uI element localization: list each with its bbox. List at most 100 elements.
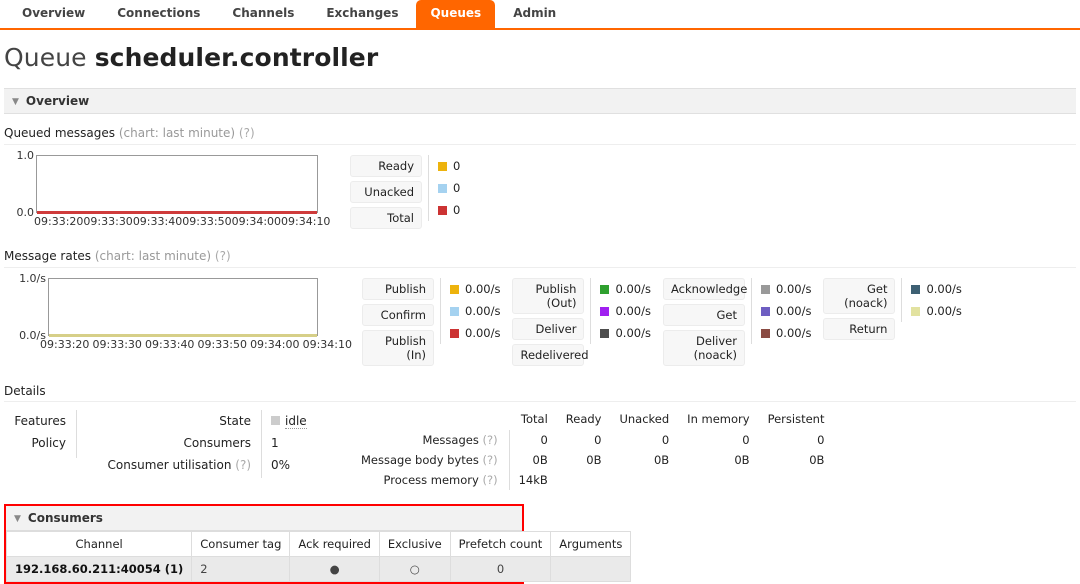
nav-tab-overview[interactable]: Overview	[8, 0, 99, 28]
legend-number-get-noack: 0.00/s	[926, 282, 962, 296]
table-row: Messages (?) 0 0 0 0 0	[352, 430, 833, 450]
page-title-prefix: Queue	[4, 43, 87, 72]
nav-tab-admin[interactable]: Admin	[499, 0, 570, 28]
queued-chart-y-max: 1.0	[16, 149, 35, 162]
color-swatch-publish-in	[450, 328, 459, 338]
message-rates-label: Message rates (chart: last minute) (?)	[4, 249, 1080, 263]
rates-chart-y-axis: 1.0/s 0.0/s	[4, 272, 46, 342]
details-value-state: idle	[262, 410, 322, 432]
color-swatch-get-noack	[911, 284, 921, 294]
rates-legend-labels-4: Get (noack) Return	[823, 278, 896, 344]
legend-label-return[interactable]: Return	[823, 318, 896, 340]
overview-section-header[interactable]: ▼ Overview	[4, 88, 1076, 114]
consumers-col-exclusive[interactable]: Exclusive	[378, 531, 451, 557]
legend-label-publish-out[interactable]: Publish (Out)	[512, 278, 585, 314]
stats-cell: 0	[742, 433, 750, 447]
legend-value-deliver: 0.00/s	[600, 300, 651, 322]
rates-legend-group-get: Get (noack) Return 0.00/s 0.00/s	[823, 278, 962, 344]
queued-messages-help-icon[interactable]: (?)	[239, 126, 255, 140]
rates-legend-group-ack: Acknowledge Get Deliver (noack) 0.00/s 0…	[662, 278, 812, 370]
legend-number-publish-in: 0.00/s	[465, 326, 501, 340]
message-rates-help-icon[interactable]: (?)	[215, 249, 231, 263]
stats-row-process-memory-label: Process memory	[383, 473, 479, 487]
legend-value-total: 0	[438, 199, 460, 221]
legend-label-acknowledge[interactable]: Acknowledge	[662, 278, 747, 300]
stats-cell	[610, 470, 678, 490]
legend-number-redelivered: 0.00/s	[615, 326, 651, 340]
details-key-consumers: Consumers	[183, 436, 251, 450]
consumer-utilisation-help-icon[interactable]: (?)	[235, 458, 251, 472]
legend-number-get: 0.00/s	[775, 304, 812, 318]
consumers-col-ack-required[interactable]: Ack required	[289, 531, 380, 557]
legend-label-unacked[interactable]: Unacked	[350, 181, 422, 203]
legend-number-acknowledge: 0.00/s	[775, 282, 812, 296]
stats-row-body-bytes-key: Message body bytes (?)	[352, 450, 510, 470]
nav-tab-connections[interactable]: Connections	[103, 0, 214, 28]
consumers-col-channel[interactable]: Channel	[5, 531, 193, 557]
rates-chart-y-min: 0.0/s	[19, 329, 46, 342]
legend-number-publish-out: 0.00/s	[615, 282, 651, 296]
queued-messages-label: Queued messages (chart: last minute) (?)	[4, 126, 1080, 140]
legend-label-confirm[interactable]: Confirm	[362, 304, 434, 326]
nav-tab-queues[interactable]: Queues	[416, 0, 496, 28]
legend-number-unacked: 0	[453, 181, 461, 195]
stats-cell: 0B	[734, 453, 750, 467]
rates-legend-values-4: 0.00/s 0.00/s	[901, 278, 962, 322]
rates-chart-plot-area	[48, 278, 318, 337]
stats-cell: 0	[661, 433, 670, 447]
legend-label-ready[interactable]: Ready	[350, 155, 422, 177]
queued-chart-y-axis: 1.0 0.0	[4, 149, 35, 219]
legend-label-deliver-noack[interactable]: Deliver (noack)	[662, 330, 745, 366]
queued-messages-legend: Ready Unacked Total 0 0 0	[350, 155, 460, 233]
details-value-state-text: idle	[285, 414, 307, 429]
stats-row-body-bytes-label: Message body bytes	[361, 453, 479, 467]
overview-section: ▼ Overview	[4, 88, 1076, 114]
nav-tab-exchanges[interactable]: Exchanges	[312, 0, 412, 28]
legend-number-deliver: 0.00/s	[615, 304, 651, 318]
details-key-consumer-utilisation: Consumer utilisation (?)	[77, 454, 261, 476]
queued-chart-y-min: 0.0	[16, 206, 35, 219]
nav-tab-channels[interactable]: Channels	[218, 0, 308, 28]
rates-legend-values-1: 0.00/s 0.00/s 0.00/s	[440, 278, 500, 344]
details-key-policy: Policy	[31, 436, 66, 450]
legend-label-get-noack[interactable]: Get (noack)	[823, 278, 896, 314]
stats-cell: 0	[594, 433, 602, 447]
color-swatch-get	[760, 306, 770, 316]
legend-label-deliver[interactable]: Deliver	[512, 318, 585, 340]
legend-label-total[interactable]: Total	[350, 207, 422, 229]
consumers-section-header[interactable]: ▼ Consumers	[6, 506, 522, 531]
details-features-column: Features Policy	[4, 410, 76, 490]
consumers-col-arguments[interactable]: Arguments	[550, 531, 632, 557]
legend-label-publish[interactable]: Publish	[362, 278, 434, 300]
details-state-values: idle 1 0%	[262, 410, 322, 490]
messages-help-icon[interactable]: (?)	[483, 433, 498, 447]
color-swatch-total	[438, 205, 447, 215]
legend-value-deliver-noack: 0.00/s	[760, 322, 811, 344]
color-swatch-publish	[450, 284, 459, 294]
stats-col-unacked: Unacked	[619, 412, 670, 426]
color-swatch-unacked	[438, 183, 447, 193]
table-row: Message body bytes (?) 0B 0B 0B 0B 0B	[352, 450, 833, 470]
message-rates-title: Message rates	[4, 249, 92, 263]
process-memory-help-icon[interactable]: (?)	[483, 473, 498, 487]
details-panel: Features Policy State Consumers Consumer…	[4, 410, 1080, 490]
stats-col-ready: Ready	[565, 412, 602, 426]
legend-value-return: 0.00/s	[911, 300, 962, 322]
table-row: Process memory (?) 14kB	[352, 470, 833, 490]
message-rates-chart-row: 1.0/s 0.0/s 09:33:20 09:33:30 09:33:40 0…	[4, 272, 1080, 370]
queued-legend-values: 0 0 0	[428, 155, 460, 221]
message-body-bytes-help-icon[interactable]: (?)	[483, 453, 498, 467]
stats-row-messages-key: Messages (?)	[352, 430, 510, 450]
color-swatch-ready	[438, 161, 447, 171]
rates-legend-labels-1: Publish Confirm Publish (In)	[362, 278, 434, 370]
color-swatch-redelivered	[600, 328, 610, 338]
consumers-col-consumer-tag[interactable]: Consumer tag	[191, 531, 291, 557]
consumers-col-prefetch-count[interactable]: Prefetch count	[449, 531, 552, 557]
rates-legend-labels-3: Acknowledge Get Deliver (noack)	[662, 278, 747, 370]
legend-label-publish-in[interactable]: Publish (In)	[362, 330, 434, 366]
legend-label-redelivered[interactable]: Redelivered	[512, 344, 589, 366]
queued-x-tick: 09:33:30	[83, 215, 133, 228]
stats-cell: 0B	[586, 453, 602, 467]
consumers-table: Channel Consumer tag Ack required Exclus…	[5, 531, 632, 582]
legend-label-get[interactable]: Get	[662, 304, 745, 326]
